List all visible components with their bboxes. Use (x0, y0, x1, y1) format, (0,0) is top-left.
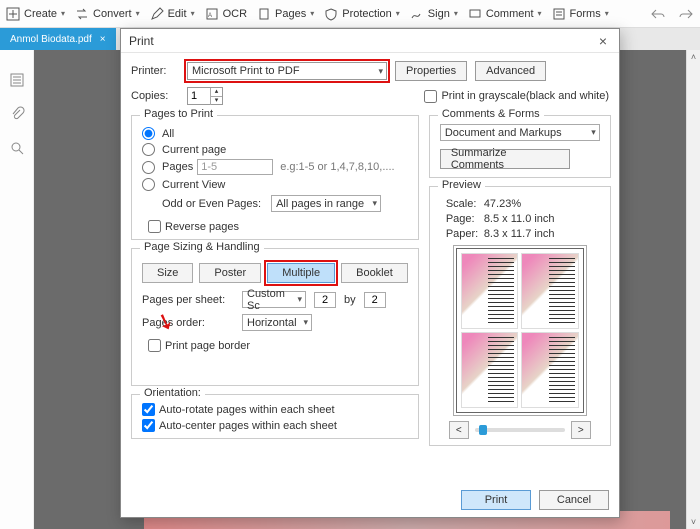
attachments-icon[interactable] (9, 106, 25, 122)
orientation-group: Orientation: Auto-rotate pages within ea… (131, 394, 419, 439)
pps-by-label: by (344, 294, 356, 306)
tab-filename: Anmol Biodata.pdf (10, 34, 92, 45)
radio-all[interactable]: All (142, 127, 408, 140)
plus-box-icon (6, 7, 20, 21)
toolbar-protection[interactable]: Protection▾ (324, 7, 400, 21)
cancel-button[interactable]: Cancel (539, 490, 609, 510)
close-icon[interactable]: × (595, 33, 611, 49)
svg-text:A: A (208, 13, 212, 19)
preview-scale-value: 47.23% (484, 198, 521, 210)
tab-size[interactable]: Size (142, 263, 193, 283)
tab-close-icon[interactable]: × (100, 34, 106, 45)
toolbar-ocr[interactable]: A OCR (205, 7, 247, 21)
toolbar-pages[interactable]: Pages▾ (257, 7, 314, 21)
dialog-footer: Print Cancel (121, 483, 619, 517)
auto-rotate-checkbox[interactable]: Auto-rotate pages within each sheet (142, 403, 408, 416)
toolbar-create[interactable]: Create▾ (6, 7, 65, 21)
pages-to-print-group: Pages to Print All Current page Pages e.… (131, 115, 419, 240)
thumbnails-icon[interactable] (9, 72, 25, 88)
preview-paper-value: 8.3 x 11.7 inch (484, 228, 555, 240)
copies-label: Copies: (131, 90, 179, 102)
scroll-down-icon[interactable]: ˅ (687, 515, 700, 529)
edit-icon (150, 7, 164, 21)
tab-poster[interactable]: Poster (199, 263, 261, 283)
radio-current-view[interactable]: Current View (142, 178, 408, 191)
search-icon[interactable] (9, 140, 25, 156)
printer-label: Printer: (131, 65, 179, 77)
auto-center-checkbox[interactable]: Auto-center pages within each sheet (142, 419, 408, 432)
preview-prev-button[interactable]: < (449, 421, 469, 439)
grayscale-checkbox[interactable]: Print in grayscale(black and white) (424, 90, 609, 103)
preview-group: Preview Scale:47.23% Page:8.5 x 11.0 inc… (429, 186, 611, 446)
left-panel-rail (0, 50, 34, 529)
odd-even-select[interactable]: All pages in range (271, 195, 381, 212)
pages-hint: e.g:1-5 or 1,4,7,8,10,.... (280, 161, 394, 173)
spin-up-icon[interactable]: ▴ (210, 88, 222, 97)
app-vertical-scrollbar[interactable]: ˄ ˅ (686, 50, 700, 529)
toolbar-convert[interactable]: Convert▾ (75, 7, 140, 21)
forms-icon (552, 7, 566, 21)
pages-per-sheet-label: Pages per sheet: (142, 294, 234, 306)
orientation-legend: Orientation: (140, 387, 205, 399)
copies-spinner[interactable]: ▴▾ (187, 87, 223, 105)
comments-forms-group: Comments & Forms Document and Markups Su… (429, 115, 611, 178)
print-button[interactable]: Print (461, 490, 531, 510)
pps-y-input[interactable] (364, 292, 386, 308)
preview-mini-page (461, 253, 519, 329)
dialog-title: Print (129, 34, 154, 48)
pages-order-select[interactable]: Horizontal (242, 314, 312, 331)
page-sizing-group: Page Sizing & Handling Size Poster Multi… (131, 248, 419, 386)
ocr-icon: A (205, 7, 219, 21)
tab-multiple[interactable]: Multiple (267, 263, 335, 283)
toolbar-forms[interactable]: Forms▾ (552, 7, 609, 21)
preview-legend: Preview (438, 179, 485, 191)
preview-mini-page (461, 332, 519, 408)
preview-mini-page (521, 332, 579, 408)
preview-page-value: 8.5 x 11.0 inch (484, 213, 555, 225)
printer-select[interactable]: Microsoft Print to PDF (187, 62, 387, 80)
radio-current-page[interactable]: Current page (142, 143, 408, 156)
toolbar-edit[interactable]: Edit▾ (150, 7, 195, 21)
pages-order-label: Pages order: (142, 317, 234, 329)
spin-down-icon[interactable]: ▾ (210, 97, 222, 105)
toolbar-sign[interactable]: Sign▾ (410, 7, 458, 21)
summarize-comments-button[interactable]: Summarize Comments (440, 149, 570, 169)
pages-range-input[interactable] (197, 159, 273, 175)
scroll-up-icon[interactable]: ˄ (687, 50, 700, 64)
preview-next-button[interactable]: > (571, 421, 591, 439)
advanced-button[interactable]: Advanced (475, 61, 546, 81)
main-toolbar: Create▾ Convert▾ Edit▾ A OCR Pages▾ Prot… (0, 0, 700, 28)
comment-icon (468, 7, 482, 21)
toolbar-comment[interactable]: Comment▾ (468, 7, 542, 21)
shield-icon (324, 7, 338, 21)
comments-forms-select[interactable]: Document and Markups (440, 124, 600, 141)
radio-pages[interactable]: Pages (142, 161, 193, 174)
sign-icon (410, 7, 424, 21)
preview-slider[interactable] (475, 428, 565, 432)
reverse-pages-checkbox[interactable]: Reverse pages (148, 220, 408, 233)
pages-icon (257, 7, 271, 21)
pages-per-sheet-select[interactable]: Custom Sc (242, 291, 306, 308)
active-tab[interactable]: Anmol Biodata.pdf × (0, 28, 116, 50)
page-sizing-legend: Page Sizing & Handling (140, 241, 264, 253)
print-dialog: Print × Printer: Microsoft Print to PDF … (120, 28, 620, 518)
convert-icon (75, 7, 89, 21)
tab-booklet[interactable]: Booklet (341, 263, 408, 283)
undo-icon[interactable] (650, 7, 666, 21)
pps-x-input[interactable] (314, 292, 336, 308)
print-page-border-checkbox[interactable]: Print page border (148, 339, 408, 352)
redo-icon[interactable] (678, 7, 694, 21)
preview-sheet (456, 248, 584, 413)
pages-to-print-legend: Pages to Print (140, 108, 217, 120)
copies-input[interactable] (188, 88, 210, 104)
properties-button[interactable]: Properties (395, 61, 467, 81)
odd-even-label: Odd or Even Pages: (162, 198, 261, 210)
dialog-titlebar: Print × (121, 29, 619, 53)
preview-mini-page (521, 253, 579, 329)
comments-forms-legend: Comments & Forms (438, 108, 544, 120)
